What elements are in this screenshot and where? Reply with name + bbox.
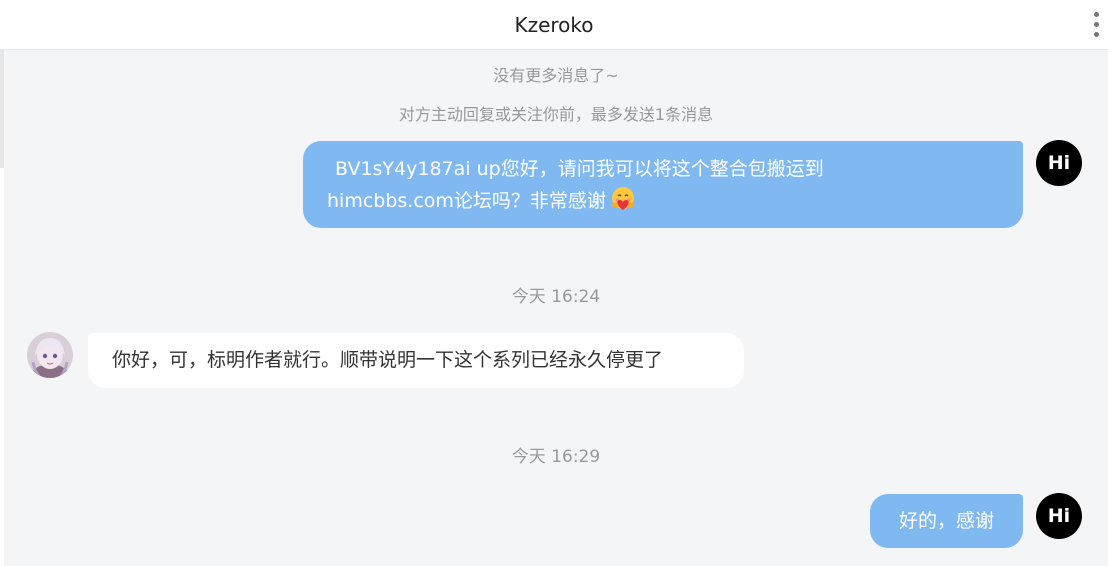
incoming-message-bubble[interactable]: 你好，可，标明作者就行。顺带说明一下这个系列已经永久停更了 bbox=[88, 333, 744, 388]
outgoing-message-bubble[interactable]: BV1sY4y187ai up您好，请问我可以将这个整合包搬运到 himcbbs… bbox=[303, 141, 1023, 228]
outgoing-message-bubble[interactable]: 好的，感谢 bbox=[870, 494, 1023, 548]
chat-header: Kzeroko bbox=[0, 0, 1108, 50]
chat-title: Kzeroko bbox=[514, 13, 594, 37]
no-more-messages-text: 没有更多消息了~ bbox=[493, 66, 619, 85]
self-avatar[interactable]: Hi bbox=[1036, 140, 1082, 186]
more-dot-icon bbox=[1094, 12, 1099, 17]
hugging-heart-emoji-icon bbox=[611, 187, 635, 210]
timestamp-divider: 今天 16:29 bbox=[511, 447, 601, 467]
peer-avatar-image bbox=[27, 332, 73, 378]
message-limit-notice: 对方主动回复或关注你前，最多发送1条消息 bbox=[398, 105, 714, 124]
more-options-button[interactable] bbox=[1084, 12, 1108, 40]
timestamp-divider: 今天 16:24 bbox=[511, 287, 601, 307]
message-line: himcbbs.com论坛吗？非常感谢 bbox=[327, 185, 999, 217]
self-avatar[interactable]: Hi bbox=[1036, 493, 1082, 539]
peer-avatar[interactable] bbox=[27, 332, 73, 378]
message-line-text: himcbbs.com论坛吗？非常感谢 bbox=[327, 190, 606, 212]
message-line: BV1sY4y187ai up您好，请问我可以将这个整合包搬运到 bbox=[335, 158, 824, 180]
message-text: 你好，可，标明作者就行。顺带说明一下这个系列已经永久停更了 bbox=[112, 349, 664, 371]
message-list[interactable]: 没有更多消息了~ 对方主动回复或关注你前，最多发送1条消息 BV1sY4y187… bbox=[4, 50, 1108, 566]
message-text: 好的，感谢 bbox=[898, 510, 994, 532]
more-dot-icon bbox=[1094, 22, 1099, 27]
more-dot-icon bbox=[1094, 32, 1099, 37]
